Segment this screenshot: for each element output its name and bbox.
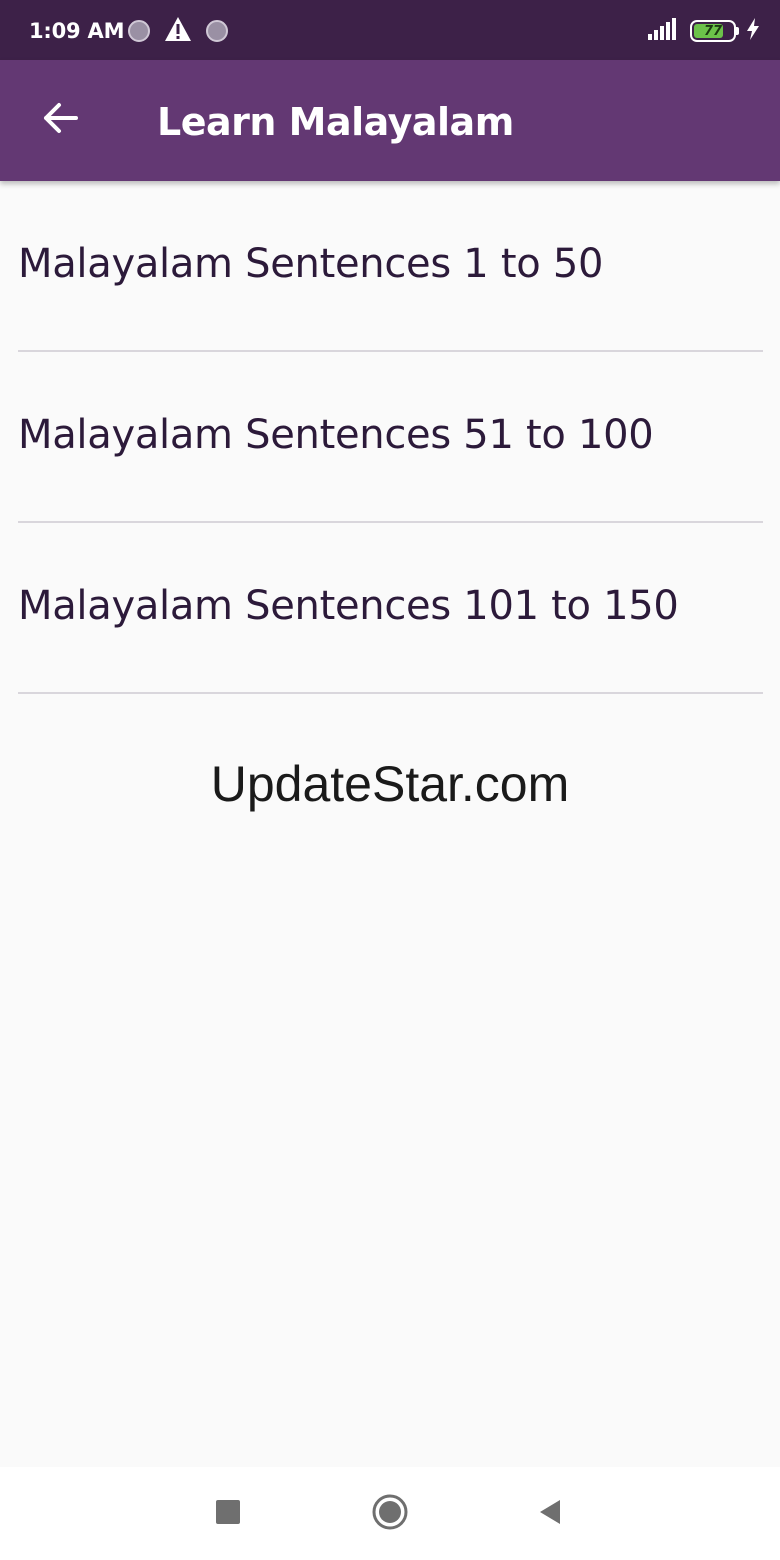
recents-button[interactable]: [208, 1494, 248, 1534]
status-time: 1:09 AM: [29, 19, 125, 43]
battery-level: 77: [703, 23, 723, 39]
system-nav-bar: [0, 1467, 780, 1560]
arrow-left-icon: [40, 98, 80, 142]
back-triangle-icon: [536, 1498, 564, 1530]
page-title: Learn Malayalam: [157, 100, 514, 144]
back-button[interactable]: [30, 90, 90, 150]
app-bar: Learn Malayalam: [0, 60, 780, 181]
status-notification-icons: [128, 16, 228, 46]
warning-icon: [164, 16, 192, 46]
menu-item-sentences-1-50[interactable]: Malayalam Sentences 1 to 50: [18, 181, 763, 352]
recents-square-icon: [215, 1499, 241, 1529]
charging-icon: [746, 18, 760, 44]
notification-dot-icon: [206, 20, 228, 42]
menu-item-label: Malayalam Sentences 101 to 150: [18, 583, 679, 629]
battery-nub: [736, 27, 739, 35]
menu-item-label: Malayalam Sentences 51 to 100: [18, 412, 654, 458]
menu-item-sentences-51-100[interactable]: Malayalam Sentences 51 to 100: [18, 352, 763, 523]
battery-icon: 77: [690, 20, 739, 42]
home-button[interactable]: [370, 1494, 410, 1534]
status-system-icons: 77: [648, 16, 760, 46]
nav-back-button[interactable]: [530, 1494, 570, 1534]
notification-dot-icon: [128, 20, 150, 42]
home-circle-icon: [371, 1493, 409, 1535]
sentence-menu-list: Malayalam Sentences 1 to 50 Malayalam Se…: [18, 181, 763, 694]
menu-item-label: Malayalam Sentences 1 to 50: [18, 241, 604, 287]
signal-icon: [648, 18, 680, 44]
menu-item-sentences-101-150[interactable]: Malayalam Sentences 101 to 150: [18, 523, 763, 694]
status-bar: 1:09 AM 77: [0, 0, 780, 60]
watermark-text: UpdateStar.com: [210, 756, 570, 812]
